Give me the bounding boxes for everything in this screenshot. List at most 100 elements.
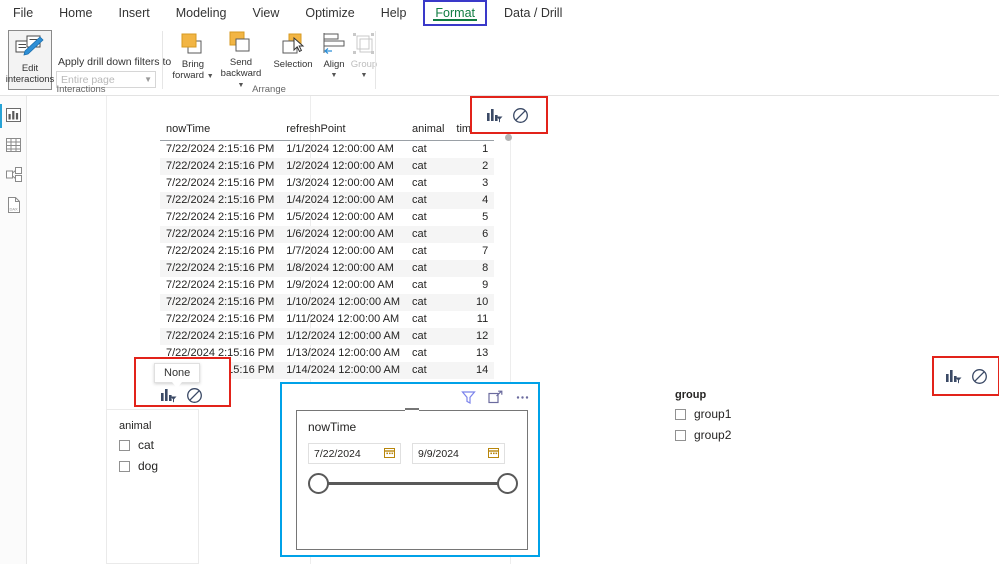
sidebar-item-report-view[interactable]	[0, 101, 27, 131]
tab-view[interactable]: View	[240, 0, 293, 26]
none-icon[interactable]	[512, 107, 529, 124]
table-body: 7/22/2024 2:15:16 PM 1/1/2024 12:00:00 AM…	[160, 141, 495, 379]
date-slicer-end-field[interactable]: 9/9/2024	[412, 443, 505, 464]
none-icon[interactable]	[971, 368, 988, 385]
tab-file[interactable]: File	[0, 0, 46, 26]
table-cell: 1/13/2024 12:00:00 AM	[286, 347, 401, 359]
animal-slicer-title: animal	[119, 420, 152, 432]
table-row[interactable]: 7/22/2024 2:15:16 PM 1/8/2024 12:00:00 AM…	[160, 259, 495, 277]
tab-home[interactable]: Home	[46, 0, 105, 26]
bring-forward-icon	[179, 30, 207, 56]
table-cell: 7/22/2024 2:15:16 PM	[166, 143, 275, 155]
table-cell: 7/22/2024 2:15:16 PM	[166, 330, 275, 342]
filter-chart-icon[interactable]	[160, 387, 177, 404]
focus-mode-icon[interactable]	[488, 390, 505, 407]
calendar-icon[interactable]	[488, 447, 499, 461]
tab-data-drill[interactable]: Data / Drill	[491, 0, 575, 26]
table-row[interactable]: 7/22/2024 2:15:16 PM 1/9/2024 12:00:00 AM…	[160, 277, 494, 294]
animal-slicer-item-cat[interactable]: cat	[119, 438, 158, 452]
align-icon	[321, 30, 347, 56]
resize-corner-top-right[interactable]	[519, 410, 528, 419]
table-cell: 14	[475, 364, 489, 376]
table-cell: cat	[412, 245, 427, 257]
tab-insert[interactable]: Insert	[106, 0, 163, 26]
drag-handle-dot[interactable]	[505, 134, 512, 141]
align-button[interactable]: Align ▼	[319, 30, 349, 90]
group-slicer-item-group2[interactable]: group2	[675, 428, 731, 442]
table-cell: 1/3/2024 12:00:00 AM	[286, 177, 394, 189]
bring-forward-button[interactable]: Bring forward ▼	[171, 30, 215, 90]
tab-optimize[interactable]: Optimize	[292, 0, 367, 26]
left-nav-rail: DAX	[0, 96, 27, 564]
table-row[interactable]: 7/22/2024 2:15:16 PM 1/2/2024 12:00:00 AM…	[160, 157, 495, 175]
slicer-interaction-control-box[interactable]: None	[134, 357, 231, 407]
chevron-down-icon[interactable]: ▼	[323, 70, 344, 81]
report-view-icon	[6, 107, 21, 125]
group-icon	[351, 30, 377, 56]
column-header-refreshpoint[interactable]: refreshPoint	[280, 120, 407, 141]
table-row[interactable]: 7/22/2024 2:15:16 PM 1/3/2024 12:00:00 AM…	[160, 175, 494, 192]
model-view-icon	[5, 167, 22, 185]
table-row[interactable]: 7/22/2024 2:15:16 PM 1/1/2024 12:00:00 AM…	[160, 141, 494, 158]
tab-modeling[interactable]: Modeling	[163, 0, 240, 26]
slicer-inner-frame: nowTime 7/22/2024 9/9/2024	[296, 408, 528, 550]
column-header-animal[interactable]: animal	[406, 120, 451, 141]
resize-handle-top[interactable]	[405, 408, 419, 412]
none-icon[interactable]	[186, 387, 203, 404]
animal-slicer-panel[interactable]: animal cat dog	[106, 409, 199, 564]
calendar-icon[interactable]	[384, 447, 395, 461]
group-slicer[interactable]: group group1 group2	[675, 389, 731, 449]
checkbox-cat[interactable]	[119, 439, 130, 451]
send-backward-label-line2: backward	[220, 68, 262, 79]
sidebar-item-dax-query-view[interactable]: DAX	[0, 191, 27, 221]
table-visual[interactable]: nowTime refreshPoint animal timeID 7/22/…	[160, 120, 495, 379]
send-backward-button[interactable]: Send backward ▼	[219, 30, 263, 90]
table-row[interactable]: 7/22/2024 2:15:16 PM 1/7/2024 12:00:00 AM…	[160, 243, 494, 260]
sidebar-item-model-view[interactable]	[0, 161, 27, 191]
chevron-down-icon: ▼	[144, 75, 152, 84]
filter-chart-icon[interactable]	[945, 368, 962, 385]
resize-corner-bottom-left[interactable]	[296, 541, 305, 550]
animal-slicer[interactable]: animal cat dog	[119, 420, 158, 480]
table-row[interactable]: 7/22/2024 2:15:16 PM 1/11/2024 12:00:00 A…	[160, 311, 494, 328]
checkbox-dog[interactable]	[119, 460, 130, 472]
table-cell: cat	[412, 279, 427, 291]
table-row[interactable]: 7/22/2024 2:15:16 PM 1/5/2024 12:00:00 AM…	[160, 209, 494, 226]
report-canvas[interactable]: nowTime refreshPoint animal timeID 7/22/…	[27, 96, 999, 564]
table-cell: 7/22/2024 2:15:16 PM	[166, 245, 275, 257]
selection-button[interactable]: Selection	[267, 30, 319, 90]
table-cell: 1/5/2024 12:00:00 AM	[286, 211, 394, 223]
ribbon-group-interactions: Edit interactions Apply drill down filte…	[0, 26, 171, 96]
tab-format[interactable]: Format	[423, 0, 488, 26]
table-row[interactable]: 7/22/2024 2:15:16 PM 1/6/2024 12:00:00 AM…	[160, 225, 495, 243]
table-interaction-control-box[interactable]	[470, 96, 548, 141]
date-slicer-visual[interactable]: nowTime 7/22/2024 9/9/2024	[280, 382, 540, 557]
table-cell: 7/22/2024 2:15:16 PM	[166, 194, 275, 206]
filter-chart-icon[interactable]	[486, 107, 503, 124]
edit-interactions-icon	[15, 35, 45, 62]
resize-corner-bottom-right[interactable]	[519, 541, 528, 550]
chevron-down-icon[interactable]: ▼	[207, 73, 214, 80]
edit-interactions-button[interactable]: Edit interactions	[6, 30, 54, 90]
animal-slicer-item-dog[interactable]: dog	[119, 459, 158, 473]
filter-icon[interactable]	[461, 390, 478, 407]
table-row[interactable]: 7/22/2024 2:15:16 PM 1/12/2024 12:00:00 A…	[160, 327, 495, 345]
tab-help[interactable]: Help	[368, 0, 420, 26]
date-slicer-knob-end[interactable]	[497, 473, 518, 494]
resize-corner-top-left[interactable]	[296, 410, 305, 419]
table-cell: cat	[412, 143, 427, 155]
group-slicer-label-group2: group2	[694, 428, 732, 442]
group-slicer-item-group1[interactable]: group1	[675, 407, 731, 421]
more-options-icon[interactable]	[515, 390, 532, 407]
date-slicer-track[interactable]	[308, 473, 518, 494]
checkbox-group1[interactable]	[675, 408, 686, 420]
selection-label: Selection	[273, 59, 313, 70]
date-slicer-start-field[interactable]: 7/22/2024	[308, 443, 401, 464]
table-row[interactable]: 7/22/2024 2:15:16 PM 1/4/2024 12:00:00 AM…	[160, 191, 495, 209]
table-row[interactable]: 7/22/2024 2:15:16 PM 1/10/2024 12:00:00 A…	[160, 293, 495, 311]
checkbox-group2[interactable]	[675, 429, 686, 441]
sidebar-item-table-view[interactable]	[0, 131, 27, 161]
date-slicer-knob-start[interactable]	[308, 473, 329, 494]
column-header-nowtime[interactable]: nowTime	[160, 120, 281, 141]
group-slicer-interaction-control-box[interactable]	[932, 356, 999, 396]
